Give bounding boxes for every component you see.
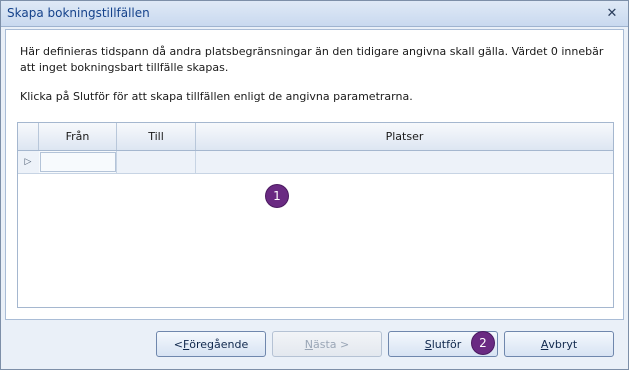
column-header-to[interactable]: Till [117,123,196,150]
window-title: Skapa bokningstillfällen [7,6,150,20]
column-header-seats[interactable]: Platser [196,123,613,150]
column-header-from[interactable]: Från [39,123,117,150]
annotation-badge-2: 2 [472,332,494,354]
close-icon[interactable]: ✕ [604,5,620,21]
description-text-2: Klicka på Slutför för att skapa tillfäll… [20,90,413,103]
cancel-button-accel: A [540,337,549,351]
grid-header: Från Till Platser [18,123,613,151]
description-text-1: Här definieras tidspann då andra platsbe… [20,45,604,74]
next-button-label: ästa > [312,337,350,351]
finish-button-accel: S [424,337,432,351]
row-indicator-icon: ▷ [24,157,32,167]
dialog-window: Skapa bokningstillfällen ✕ Här definiera… [0,0,629,370]
cell-to[interactable] [117,151,196,173]
previous-button-label: öregående [189,337,249,351]
button-bar: < Föregående Nästa > Slutför 2 Avbryt [1,321,628,369]
row-header-corner [18,123,39,150]
cell-from[interactable] [39,151,117,173]
title-bar[interactable]: Skapa bokningstillfällen ✕ [1,1,628,27]
table-row[interactable] [18,151,613,174]
next-button-accel: N [304,337,313,351]
annotation-badge-1: 1 [266,185,288,207]
previous-button[interactable]: < Föregående [156,331,266,357]
previous-button-prefix: < [173,337,183,351]
next-button[interactable]: Nästa > [272,331,382,357]
finish-button-label: lutför [431,337,462,351]
cancel-button[interactable]: Avbryt [504,331,614,357]
time-span-grid[interactable]: Från Till Platser ▷ 1 [17,122,614,308]
cancel-button-label: vbryt [548,337,578,351]
content-panel: Här definieras tidspann då andra platsbe… [5,29,624,320]
description: Här definieras tidspann då andra platsbe… [20,44,612,118]
cell-seats[interactable] [196,151,613,173]
